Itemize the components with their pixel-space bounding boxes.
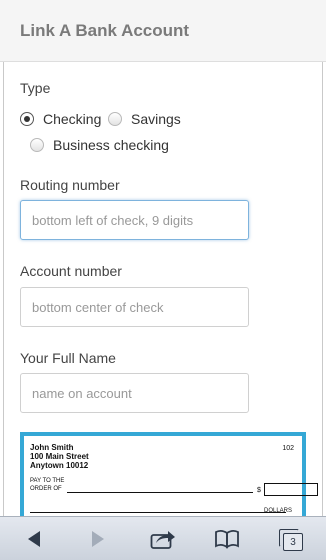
radio-business-checking[interactable]: Business checking [30, 137, 169, 153]
check-dollars-label: DOLLARS [263, 508, 292, 514]
check-owner-name: John Smith [30, 443, 74, 452]
bookmarks-button[interactable] [205, 517, 249, 560]
routing-number-input[interactable]: bottom left of check, 9 digits [20, 200, 249, 240]
check-pay-to: PAY TO THE ORDER OF [30, 477, 64, 493]
radio-business-checking-label: Business checking [53, 137, 169, 153]
check-dollar-sign: $ [257, 487, 261, 494]
page-title: Link A Bank Account [20, 21, 190, 40]
check-owner-block: John Smith 100 Main Street Anytown 10012 [30, 443, 89, 470]
check-payee-line [67, 492, 253, 493]
radio-checking[interactable]: Checking [20, 111, 101, 127]
check-pay-to-line1: PAY TO THE [30, 478, 65, 484]
account-number-input[interactable]: bottom center of check [20, 287, 249, 327]
bookmarks-icon [215, 530, 239, 549]
type-label: Type [20, 80, 51, 96]
back-arrow-icon [28, 531, 40, 547]
full-name-label: Your Full Name [20, 350, 116, 366]
routing-number-placeholder: bottom left of check, 9 digits [32, 212, 194, 228]
share-icon [150, 531, 175, 549]
full-name-input[interactable]: name on account [20, 373, 249, 413]
forward-button[interactable] [76, 517, 120, 560]
radio-unselected-icon [30, 138, 44, 152]
browser-toolbar: 3 [0, 516, 326, 560]
radio-checking-label: Checking [43, 111, 102, 127]
check-pay-to-line2: ORDER OF [30, 486, 62, 492]
share-button[interactable] [141, 517, 185, 560]
account-number-label: Account number [20, 263, 122, 279]
radio-savings-label: Savings [131, 111, 181, 127]
check-owner-street: 100 Main Street [30, 452, 89, 461]
radio-unselected-icon [108, 112, 122, 126]
back-button[interactable] [12, 517, 56, 560]
routing-number-label: Routing number [20, 177, 120, 193]
forward-arrow-icon [92, 531, 104, 547]
sample-check-image: John Smith 100 Main Street Anytown 10012… [20, 432, 318, 516]
tabs-count-badge: 3 [283, 533, 303, 551]
full-name-placeholder: name on account [32, 385, 132, 401]
page: Link A Bank Account Type Checking Saving… [0, 0, 326, 560]
modal-header: Link A Bank Account [0, 0, 326, 62]
check-owner-city: Anytown 10012 [30, 461, 89, 470]
check-amount-box [264, 483, 318, 496]
check-amount-line [30, 512, 286, 513]
radio-savings[interactable]: Savings [108, 111, 181, 127]
account-number-placeholder: bottom center of check [32, 299, 164, 315]
radio-selected-icon [20, 112, 34, 126]
tabs-icon: 3 [273, 522, 307, 556]
check-number: 102 [282, 445, 294, 452]
tabs-button[interactable]: 3 [268, 517, 312, 560]
